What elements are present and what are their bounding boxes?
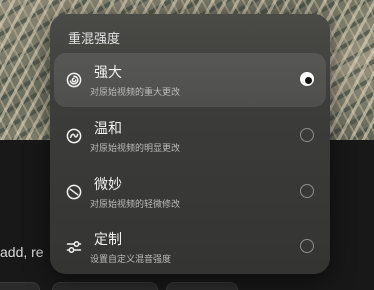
option-custom[interactable]: 定制 设置自定义混音强度 (54, 220, 326, 274)
background-chip[interactable] (166, 282, 238, 290)
sliders-icon (66, 239, 82, 255)
option-label: 微妙 (94, 177, 122, 193)
radio-unselected[interactable] (300, 239, 314, 253)
app-screen: add, re 重混强度 强大 对原始视频的重大更改 温和 对原始视频的明显更改… (0, 0, 374, 290)
spiral-moderate-icon (66, 128, 82, 144)
option-subtle[interactable]: 微妙 对原始视频的轻微修改 (54, 165, 326, 219)
menu-title: 重混强度 (68, 32, 121, 47)
background-chip-row (0, 282, 374, 290)
option-label: 定制 (94, 232, 122, 248)
radio-unselected[interactable] (300, 184, 314, 198)
option-description: 设置自定义混音强度 (90, 255, 172, 265)
radio-unselected[interactable] (300, 128, 314, 142)
background-chip[interactable] (0, 282, 40, 290)
radio-selected[interactable] (300, 72, 314, 86)
background-chip[interactable] (52, 282, 158, 290)
option-label: 温和 (94, 121, 122, 137)
prompt-input-text[interactable]: add, re (0, 244, 44, 260)
option-strong[interactable]: 强大 对原始视频的重大更改 (54, 53, 326, 107)
option-label: 强大 (94, 65, 122, 81)
remix-strength-menu: 重混强度 强大 对原始视频的重大更改 温和 对原始视频的明显更改 微妙 对原始视… (50, 14, 330, 274)
spiral-subtle-icon (66, 184, 82, 200)
option-description: 对原始视频的重大更改 (90, 88, 181, 98)
spiral-strong-icon (66, 72, 82, 88)
option-description: 对原始视频的轻微修改 (90, 200, 181, 210)
option-description: 对原始视频的明显更改 (90, 144, 181, 154)
option-moderate[interactable]: 温和 对原始视频的明显更改 (54, 109, 326, 163)
